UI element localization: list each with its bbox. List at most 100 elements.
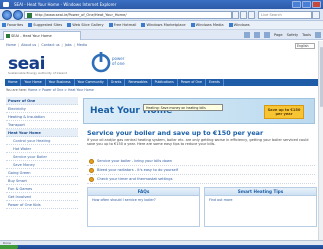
left-nav-item[interactable]: Transport xyxy=(6,121,78,129)
refresh-icon[interactable] xyxy=(240,11,247,19)
breadcrumb-path[interactable]: Home > Power of One > Heat Your Home xyxy=(28,88,94,92)
nav-item[interactable]: Grants xyxy=(108,79,126,86)
feeds-icon[interactable] xyxy=(253,32,260,38)
minimize-button[interactable] xyxy=(292,1,301,8)
hero-banner: Heat Your Home Heating: Save money on he… xyxy=(83,98,315,124)
nav-item[interactable]: Events xyxy=(206,79,224,86)
left-nav-item[interactable]: Control your Heating xyxy=(6,137,78,145)
left-nav-item[interactable]: Power of One xyxy=(6,97,78,105)
intro-title: Service your boiler and save up to €150 … xyxy=(87,129,264,137)
left-nav-item[interactable]: Heat Your Home xyxy=(6,129,78,137)
tooltip: Heating: Save money on heating bills xyxy=(143,104,223,111)
address-bar[interactable]: http://www.seai.ie/Power_of_One/Heat_You… xyxy=(24,11,232,19)
favorite-link[interactable]: Windows xyxy=(228,23,250,27)
address-buttons xyxy=(232,11,255,19)
favorite-link[interactable]: Free Hotmail xyxy=(108,23,136,27)
safety-menu[interactable]: Safety xyxy=(287,31,299,39)
back-button[interactable] xyxy=(2,10,12,20)
top-links: Home | About us | Contact us | Jobs | Media xyxy=(6,43,88,47)
link-icon xyxy=(67,23,72,27)
nav-item[interactable]: Power of One xyxy=(178,79,206,86)
breadcrumb: You are here: Home > Power of One > Heat… xyxy=(6,88,94,92)
tools-menu[interactable]: Tools xyxy=(302,31,311,39)
nav-item[interactable]: Publications xyxy=(152,79,178,86)
logo-subtitle: Sustainable Energy Authority of Ireland xyxy=(8,71,68,75)
left-nav-item[interactable]: Going Green xyxy=(6,169,78,177)
link-icon xyxy=(190,23,195,27)
nav-item[interactable]: Renewables xyxy=(125,79,152,86)
left-nav-item[interactable]: Save Money xyxy=(6,161,78,169)
site-favicon-icon xyxy=(27,13,32,18)
favorite-link[interactable]: Windows Marketplace xyxy=(141,23,186,27)
page-menu[interactable]: Page xyxy=(274,31,283,39)
left-nav-item[interactable]: Electricity xyxy=(6,105,78,113)
ie-icon xyxy=(3,2,9,7)
command-bar: Page Safety Tools xyxy=(243,31,321,39)
nav-item[interactable]: Your Business xyxy=(46,79,75,86)
tips-box-title: Smart Heating Tips xyxy=(205,188,316,196)
main-nav: Home Your Home Your Business Your Commun… xyxy=(5,79,318,86)
browser-tab[interactable]: SEAI - Heat Your Home xyxy=(3,31,81,40)
home-icon[interactable] xyxy=(243,32,250,38)
taskbar xyxy=(0,245,323,249)
tips-list: Service your boiler - bring your bills d… xyxy=(87,157,315,184)
favorites-bar: Favorites Suggested Sites Web Slice Gall… xyxy=(0,21,323,30)
left-nav-item[interactable]: Buy Smart xyxy=(6,177,78,185)
favorite-link[interactable]: Suggested Sites xyxy=(28,23,62,27)
search-icon[interactable] xyxy=(312,11,320,19)
print-icon[interactable] xyxy=(263,32,270,38)
close-button[interactable] xyxy=(312,1,321,8)
top-link-home[interactable]: Home xyxy=(6,43,16,47)
tab-label: SEAI - Heat Your Home xyxy=(11,34,52,38)
window-titlebar: SEAI - Heat Your Home - Windows Internet… xyxy=(0,0,323,9)
bullet-icon xyxy=(89,168,94,173)
help-icon[interactable] xyxy=(315,32,321,38)
maximize-button[interactable] xyxy=(302,1,311,8)
power-of-one-icon xyxy=(91,52,111,73)
nav-item[interactable]: Home xyxy=(5,79,22,86)
favorites-button[interactable]: Favorites xyxy=(2,23,23,27)
bullet-icon xyxy=(89,177,94,182)
forward-button[interactable] xyxy=(13,10,23,20)
stop-icon[interactable] xyxy=(248,11,255,19)
tab-row: SEAI - Heat Your Home Page Safety Tools xyxy=(0,30,323,40)
left-nav: Power of One Electricity Heating & Insulat… xyxy=(6,97,78,209)
bullet-icon xyxy=(89,159,94,164)
power-of-one-text: power of one xyxy=(112,56,125,66)
left-nav-item[interactable]: Service your Boiler xyxy=(6,153,78,161)
left-nav-item[interactable]: Heating & Insulation xyxy=(6,113,78,121)
window-controls xyxy=(292,1,321,8)
favorite-link[interactable]: Web Slice Gallery xyxy=(67,23,104,27)
faq-link[interactable]: How often should I service my boiler? xyxy=(88,196,199,204)
list-item[interactable]: Check your timer and thermostat settings xyxy=(87,175,315,184)
link-icon xyxy=(108,23,113,27)
faq-box-title: FAQs xyxy=(88,188,199,196)
top-link-jobs[interactable]: Jobs xyxy=(65,43,72,47)
link-icon xyxy=(228,23,233,27)
compatibility-icon[interactable] xyxy=(232,11,239,19)
page-viewport: Home | About us | Contact us | Jobs | Media … xyxy=(0,41,323,240)
faq-box: FAQs How often should I service my boile… xyxy=(87,187,200,227)
list-item[interactable]: Bleed your radiators - it's easy to do y… xyxy=(87,166,315,175)
top-link-media[interactable]: Media xyxy=(77,43,87,47)
left-nav-item[interactable]: Hot Water xyxy=(6,145,78,153)
nav-item[interactable]: Your Community xyxy=(75,79,108,86)
link-icon xyxy=(28,23,33,27)
info-boxes: FAQs How often should I service my boile… xyxy=(87,187,317,227)
left-nav-item[interactable]: Fun & Games xyxy=(6,185,78,193)
favorite-link[interactable]: Windows Media xyxy=(190,23,224,27)
start-button[interactable] xyxy=(0,245,18,249)
left-nav-item[interactable]: Get Involved xyxy=(6,193,78,201)
search-input[interactable]: Live Search xyxy=(258,11,312,19)
nav-item[interactable]: Your Home xyxy=(21,79,46,86)
address-text: http://www.seai.ie/Power_of_One/Heat_You… xyxy=(35,13,127,17)
vertical-scrollbar[interactable] xyxy=(318,41,323,240)
star-icon xyxy=(2,23,6,27)
left-nav-item[interactable]: Power of One Kids xyxy=(6,201,78,209)
top-link-contact[interactable]: Contact us xyxy=(41,43,59,47)
language-select[interactable]: English xyxy=(295,43,315,49)
top-link-about[interactable]: About us xyxy=(21,43,36,47)
tips-link[interactable]: Find out more xyxy=(205,196,316,204)
save-badge[interactable]: Save up to €150 per year xyxy=(264,105,304,119)
list-item[interactable]: Service your boiler - bring your bills d… xyxy=(87,157,315,166)
